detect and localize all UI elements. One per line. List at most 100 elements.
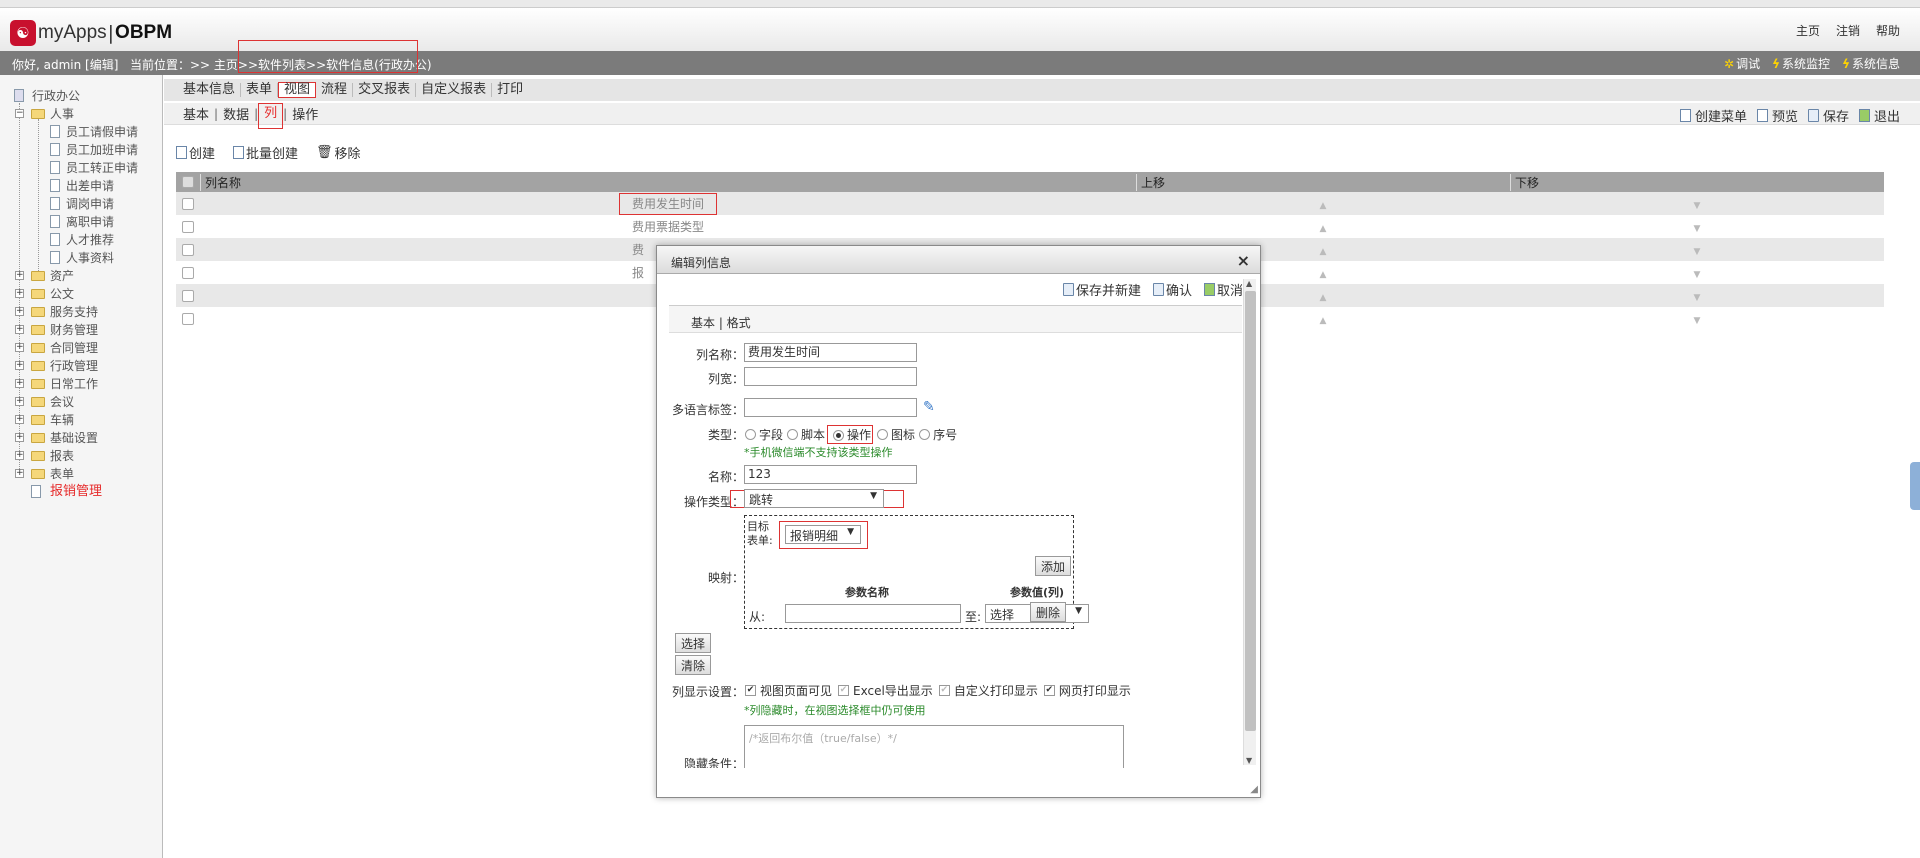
tree-folder[interactable]: + 会议 bbox=[0, 393, 162, 411]
tree-item[interactable]: 员工加班申请 bbox=[0, 141, 162, 159]
tree-item[interactable]: 人事资料 bbox=[0, 249, 162, 267]
tab-cross-report[interactable]: 交叉报表 bbox=[353, 83, 417, 97]
clear-button[interactable]: 清除 bbox=[675, 655, 712, 675]
user-greeting[interactable]: 你好, admin [编辑] bbox=[12, 56, 118, 73]
exit-button[interactable]: 退出 bbox=[1858, 106, 1900, 125]
tree-folder[interactable]: + 日常工作 bbox=[0, 375, 162, 393]
move-down-icon[interactable]: ▼ bbox=[1694, 224, 1701, 234]
tab-actions[interactable]: 操作 bbox=[287, 104, 323, 123]
move-up-icon[interactable]: ▲ bbox=[1320, 247, 1327, 257]
type-radio-sequence[interactable] bbox=[919, 429, 931, 440]
column-name-link[interactable]: 费用发生时间 bbox=[618, 193, 717, 215]
type-radio-field[interactable] bbox=[745, 429, 756, 440]
type-radio-operation[interactable] bbox=[833, 430, 845, 441]
table-row[interactable]: 费用发生时间 ▲ ▼ bbox=[176, 192, 1884, 215]
tree-item[interactable]: 员工请假申请 bbox=[0, 123, 162, 141]
sysinfo-link[interactable]: ϟ 系统信息 bbox=[1842, 55, 1900, 72]
tree-item[interactable]: 人才推荐 bbox=[0, 231, 162, 249]
tree-folder[interactable]: + 行政管理 bbox=[0, 357, 162, 375]
dialog-titlebar[interactable]: 编辑列信息 × bbox=[657, 246, 1260, 274]
resize-handle-icon[interactable]: ◢ bbox=[1250, 784, 1258, 795]
row-checkbox[interactable] bbox=[182, 266, 194, 279]
i18n-input[interactable] bbox=[744, 398, 917, 417]
custom-print-checkbox[interactable]: ✔ bbox=[938, 685, 950, 696]
move-up-icon[interactable]: ▲ bbox=[1320, 201, 1327, 211]
tab-data[interactable]: 数据 bbox=[218, 104, 254, 123]
tree-folder[interactable]: + 资产 bbox=[0, 267, 162, 285]
delete-button[interactable]: 删除 bbox=[1030, 602, 1067, 622]
tree-folder[interactable]: + 基础设置 bbox=[0, 429, 162, 447]
row-checkbox[interactable] bbox=[182, 197, 194, 210]
select-button[interactable]: 选择 bbox=[675, 633, 712, 653]
tree-folder[interactable]: + 财务管理 bbox=[0, 321, 162, 339]
tree-item-active[interactable]: 报销管理 bbox=[0, 483, 162, 501]
move-down-icon[interactable]: ▼ bbox=[1694, 201, 1701, 211]
tab-form[interactable]: 表单 bbox=[241, 83, 279, 97]
tree-item[interactable]: 员工转正申请 bbox=[0, 159, 162, 177]
save-and-new-button[interactable]: 保存并新建 bbox=[1062, 280, 1141, 299]
tab-custom-report[interactable]: 自定义报表 bbox=[416, 83, 493, 97]
tab-print[interactable]: 打印 bbox=[492, 83, 528, 97]
dialog-scrollbar[interactable]: ▲ ▼ bbox=[1243, 279, 1256, 765]
row-checkbox[interactable] bbox=[182, 312, 194, 325]
move-up-icon[interactable]: ▲ bbox=[1320, 316, 1327, 326]
edit-icon[interactable]: ✎ bbox=[923, 399, 935, 415]
tab-view[interactable]: 视图 bbox=[278, 82, 317, 98]
column-name-link[interactable]: 费用票据类型 bbox=[200, 218, 1136, 235]
remove-button[interactable]: 🗑 移除 bbox=[316, 143, 361, 162]
web-print-checkbox[interactable]: ✔ bbox=[1043, 685, 1055, 696]
title-input[interactable]: 123 bbox=[744, 465, 917, 484]
batch-create-button[interactable]: 批量创建 bbox=[233, 143, 298, 162]
tree-item[interactable]: 调岗申请 bbox=[0, 195, 162, 213]
type-radio-script[interactable] bbox=[787, 429, 799, 440]
help-link[interactable]: 帮助 bbox=[1876, 22, 1900, 39]
type-radio-icon[interactable] bbox=[877, 429, 889, 440]
column-width-input[interactable] bbox=[744, 367, 917, 386]
tab-basic-info[interactable]: 基本信息 bbox=[178, 83, 242, 97]
row-checkbox[interactable] bbox=[182, 220, 194, 233]
tree-folder-hr[interactable]: − 人事 bbox=[0, 105, 162, 123]
add-button[interactable]: 添加 bbox=[1035, 556, 1072, 576]
move-down-icon[interactable]: ▼ bbox=[1694, 293, 1701, 303]
side-collapse-tab[interactable] bbox=[1910, 462, 1920, 510]
tab-flow[interactable]: 流程 bbox=[316, 83, 354, 97]
tree-folder[interactable]: + 合同管理 bbox=[0, 339, 162, 357]
column-name-input[interactable]: 费用发生时间 bbox=[744, 343, 917, 362]
dialog-tabs[interactable]: 基本 | 格式 bbox=[669, 305, 1242, 333]
tree-folder[interactable]: + 报表 bbox=[0, 447, 162, 465]
move-up-icon[interactable]: ▲ bbox=[1320, 293, 1327, 303]
scroll-thumb[interactable] bbox=[1245, 291, 1256, 731]
confirm-button[interactable]: 确认 bbox=[1152, 280, 1192, 299]
move-up-icon[interactable]: ▲ bbox=[1320, 224, 1327, 234]
tab-columns[interactable]: 列 bbox=[258, 102, 284, 129]
create-button[interactable]: 创建 bbox=[176, 143, 215, 162]
close-icon[interactable]: × bbox=[1237, 251, 1250, 270]
op-type-select[interactable]: 跳转 ▼ bbox=[744, 489, 884, 508]
tree-item[interactable]: 出差申请 bbox=[0, 177, 162, 195]
create-menu-button[interactable]: 创建菜单 bbox=[1679, 106, 1747, 125]
select-all-checkbox[interactable] bbox=[182, 176, 194, 188]
preview-button[interactable]: 预览 bbox=[1756, 106, 1798, 125]
home-link[interactable]: 主页 bbox=[1796, 22, 1820, 39]
debug-link[interactable]: ✲ 调试 bbox=[1724, 55, 1760, 72]
move-down-icon[interactable]: ▼ bbox=[1694, 270, 1701, 280]
move-down-icon[interactable]: ▼ bbox=[1694, 247, 1701, 257]
hide-condition-textarea[interactable]: /*返回布尔值（true/false）*/ bbox=[744, 725, 1124, 768]
tree-folder[interactable]: + 公文 bbox=[0, 285, 162, 303]
table-row[interactable]: 费用票据类型 ▲ ▼ bbox=[176, 215, 1884, 238]
save-button[interactable]: 保存 bbox=[1807, 106, 1849, 125]
param-name-input[interactable] bbox=[785, 604, 961, 623]
cancel-button[interactable]: 取消 bbox=[1203, 280, 1243, 299]
scroll-down-icon[interactable]: ▼ bbox=[1246, 756, 1252, 765]
tree-root[interactable]: 行政办公 bbox=[0, 87, 162, 105]
tree-item[interactable]: 离职申请 bbox=[0, 213, 162, 231]
target-form-select[interactable]: 报销明细 ▼ bbox=[785, 525, 861, 544]
tree-folder[interactable]: + 车辆 bbox=[0, 411, 162, 429]
tab-basic[interactable]: 基本 bbox=[178, 104, 214, 123]
row-checkbox[interactable] bbox=[182, 289, 194, 302]
tree-folder[interactable]: + 服务支持 bbox=[0, 303, 162, 321]
monitor-link[interactable]: ϟ 系统监控 bbox=[1772, 55, 1830, 72]
scroll-up-icon[interactable]: ▲ bbox=[1246, 279, 1252, 288]
logout-link[interactable]: 注销 bbox=[1836, 22, 1860, 39]
move-up-icon[interactable]: ▲ bbox=[1320, 270, 1327, 280]
